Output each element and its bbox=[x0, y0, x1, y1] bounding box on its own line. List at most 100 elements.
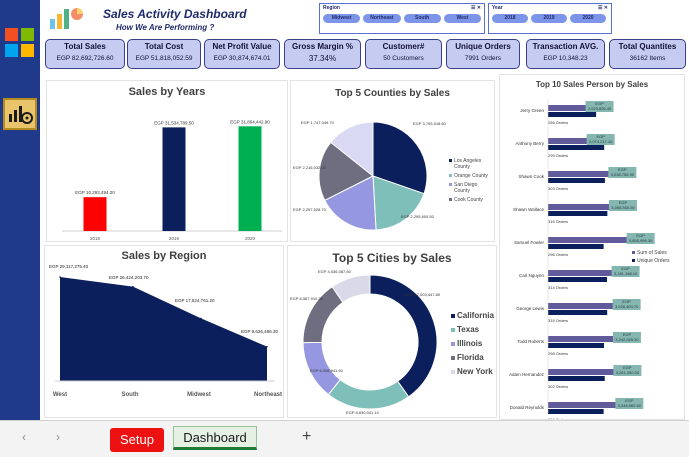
slicer-item-midwest[interactable]: Midwest bbox=[323, 14, 361, 23]
bar-2020 bbox=[238, 126, 262, 231]
legend-label: Texas bbox=[457, 325, 480, 334]
tick-label: 2019 bbox=[169, 236, 180, 241]
data-label: EGP 9,626,486.30 bbox=[241, 329, 278, 334]
legend-swatch bbox=[449, 174, 452, 177]
region-slicer[interactable]: Region ☰ ✕ Midwest Northeast South West bbox=[319, 3, 485, 34]
legend-swatch bbox=[451, 370, 455, 374]
kpi-total-cost: Total Cost EGP 51,818,052.59 bbox=[127, 39, 201, 69]
slicer-item-south[interactable]: South bbox=[403, 14, 441, 23]
slicer-item-west[interactable]: West bbox=[443, 14, 481, 23]
orders-bar bbox=[548, 376, 605, 381]
data-label: EGP 31,864,442.90 bbox=[230, 119, 270, 124]
data-label: 3,181,168.10 bbox=[614, 271, 638, 276]
data-label: EGP 6,587,910.30 bbox=[290, 296, 324, 301]
tab-dashboard[interactable]: Dashboard bbox=[173, 426, 257, 450]
kpi-value: 7991 Orders bbox=[464, 55, 502, 62]
legend-swatch bbox=[449, 183, 452, 186]
slicer-item-2019[interactable]: 2019 bbox=[531, 14, 567, 23]
top-salespersons-chart: Jerry GreenEGP2,023,826.40256 OrdersAnth… bbox=[509, 99, 670, 419]
sheet-tab-bar bbox=[0, 420, 689, 457]
data-label: EGP 8,630,041.10 bbox=[346, 410, 380, 415]
kpi-total-quantities: Total Quantites 36162 Items bbox=[609, 39, 686, 69]
next-sheet-arrow-icon[interactable]: › bbox=[56, 430, 60, 444]
data-point bbox=[266, 345, 268, 348]
sales-bar bbox=[548, 369, 622, 375]
legend-label: Orange County bbox=[454, 173, 488, 179]
category-label: George Lewis bbox=[516, 306, 545, 311]
legend-label: County bbox=[454, 188, 470, 194]
data-label: EGP 2,257,528.70 bbox=[293, 207, 327, 212]
data-label: 3,038,756.90 bbox=[611, 172, 635, 177]
data-label: 303 Orders bbox=[548, 186, 568, 191]
data-label: 299 Orders bbox=[548, 153, 568, 158]
slicer-clear-filter-icon[interactable]: ☰ ✕ bbox=[471, 5, 481, 11]
slicer-item-2018[interactable]: 2018 bbox=[492, 14, 528, 23]
data-label: EGP 3,705,518.80 bbox=[413, 121, 447, 126]
category-label: Jerry Green bbox=[520, 108, 544, 113]
orders-bar bbox=[548, 178, 605, 183]
top-counties-chart: EGP 3,705,518.80 EGP 2,295,600.50 EGP 2,25… bbox=[293, 120, 488, 231]
legend-label: Cook County bbox=[454, 197, 483, 203]
data-label: EGP 2,216,032.00 bbox=[293, 165, 327, 170]
top-counties-panel: Top 5 Counties by Sales EGP 3,705,518.80… bbox=[290, 80, 495, 242]
kpi-unique-orders: Unique Orders 7991 Orders bbox=[446, 39, 520, 69]
legend-swatch bbox=[451, 342, 455, 346]
data-label: 2,074,217.10 bbox=[589, 139, 613, 144]
tick-label: Northeast bbox=[254, 392, 282, 398]
data-point bbox=[59, 276, 61, 278]
data-point bbox=[200, 317, 202, 320]
data-label: EGP 2,295,600.50 bbox=[401, 214, 435, 219]
previous-sheet-arrow-icon[interactable]: ‹ bbox=[22, 430, 26, 444]
legend-swatch bbox=[449, 159, 452, 162]
kpi-customers: Customer# 50 Customers bbox=[365, 39, 442, 69]
data-point bbox=[132, 285, 134, 288]
add-sheet-icon[interactable]: + bbox=[302, 428, 311, 446]
orders-bar bbox=[548, 244, 604, 249]
analytics-logo-icon bbox=[46, 3, 86, 33]
dashboard-settings-icon[interactable] bbox=[3, 98, 37, 130]
kpi-value: EGP 82,692,726.60 bbox=[56, 55, 114, 62]
sales-bar bbox=[548, 303, 621, 309]
kpi-value: 37.34% bbox=[308, 54, 337, 63]
slicer-item-2020[interactable]: 2020 bbox=[570, 14, 606, 23]
year-slicer-label: Year bbox=[492, 5, 503, 11]
kpi-value: EGP 30,874,674.01 bbox=[213, 55, 271, 62]
category-label: Adam Hernandez bbox=[509, 372, 545, 377]
orders-bar bbox=[548, 112, 597, 117]
data-label: EGP 26,424,203.70 bbox=[109, 275, 149, 280]
legend-swatch bbox=[451, 314, 455, 318]
orders-bar bbox=[548, 310, 608, 315]
data-label: 3,065,560.50 bbox=[611, 205, 635, 210]
legend-label: Unique Orders bbox=[637, 258, 670, 264]
data-label: 316 Orders bbox=[548, 219, 568, 224]
slicer-item-northeast[interactable]: Northeast bbox=[363, 14, 401, 23]
data-label: EGP 17,003,447.80 bbox=[405, 292, 441, 297]
legend-label: Illinois bbox=[457, 339, 483, 348]
kpi-label: Net Profit Value bbox=[212, 42, 272, 51]
kpi-label: Customer# bbox=[382, 42, 425, 51]
category-label: Samuel Fowler bbox=[514, 240, 545, 245]
legend-label: California bbox=[457, 311, 494, 320]
category-label: Shawn Wallace bbox=[513, 207, 544, 212]
data-label: EGP 1,747,049.70 bbox=[301, 120, 335, 125]
sales-by-years-panel: Sales by Years EGP 10,293,494.20 2018 EGP … bbox=[46, 80, 288, 242]
data-label: EGP 29,117,275.40 bbox=[49, 264, 89, 269]
data-label: 3,242,525.30 bbox=[615, 337, 639, 342]
tick-label: South bbox=[122, 392, 139, 398]
doughnut-slice bbox=[327, 378, 410, 410]
data-label: 3,228,403.70 bbox=[615, 304, 639, 309]
tick-label: 2018 bbox=[90, 236, 101, 241]
page-title: Sales Activity Dashboard bbox=[103, 7, 247, 21]
data-label: 298 Orders bbox=[548, 351, 568, 356]
orders-bar bbox=[548, 145, 605, 150]
slicer-clear-filter-icon[interactable]: ☰ ✕ bbox=[598, 5, 608, 11]
tab-setup[interactable]: Setup bbox=[110, 428, 164, 452]
tick-label: Midwest bbox=[187, 392, 211, 398]
sales-by-region-chart: EGP 29,117,275.40 EGP 26,424,203.70 EGP 17… bbox=[49, 264, 282, 398]
orders-bar bbox=[548, 409, 604, 414]
sales-bar bbox=[548, 171, 617, 177]
year-slicer[interactable]: Year ☰ ✕ 2018 2019 2020 bbox=[488, 3, 612, 34]
data-label: EGP 17,524,761.20 bbox=[175, 298, 215, 303]
sales-bar bbox=[548, 204, 617, 210]
category-label: Todd Roberts bbox=[517, 339, 545, 344]
